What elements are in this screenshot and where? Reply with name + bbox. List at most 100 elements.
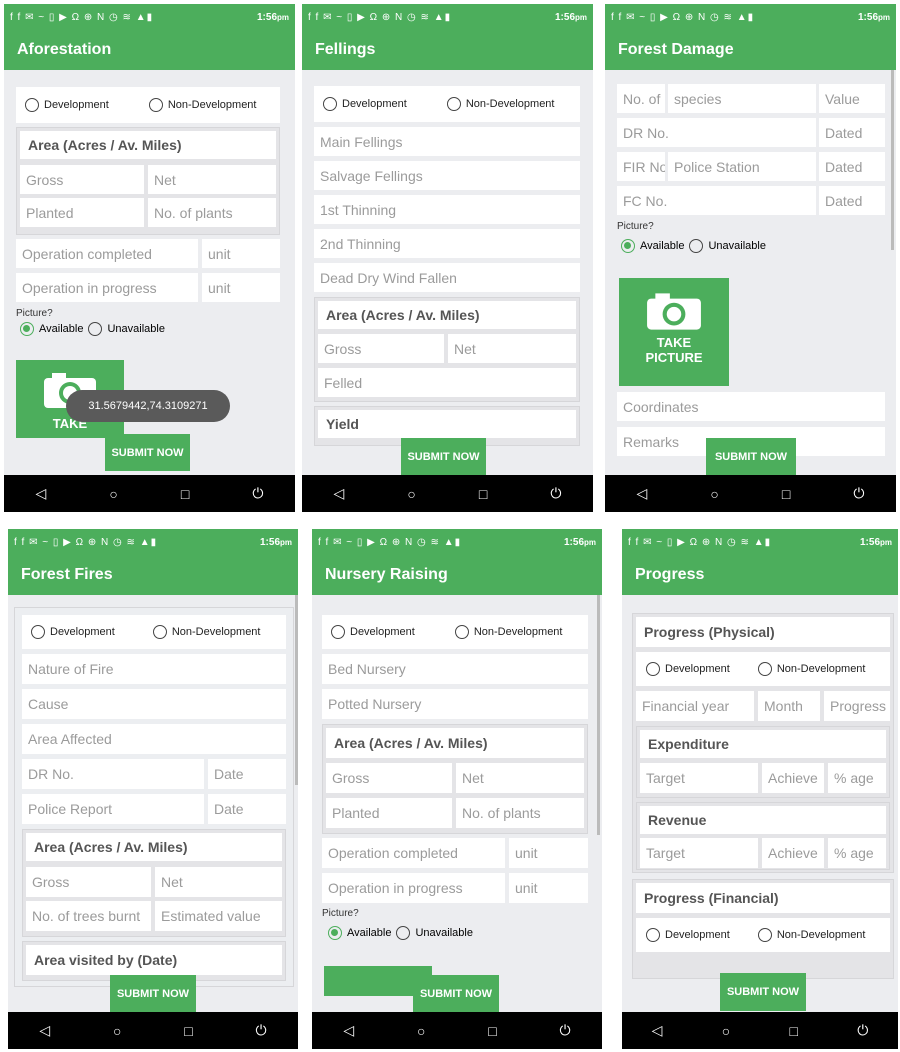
- dr-dated-field[interactable]: Dated: [819, 118, 885, 147]
- scrollbar[interactable]: [597, 595, 600, 835]
- fir-dated-field[interactable]: Dated: [819, 152, 885, 181]
- home-icon[interactable]: ○: [407, 486, 415, 502]
- financial-year-field[interactable]: Financial year: [636, 691, 754, 721]
- unit-field-2[interactable]: unit: [202, 273, 280, 302]
- dr-no-field[interactable]: DR No.: [22, 759, 204, 789]
- area-affected-field[interactable]: Area Affected: [22, 724, 286, 754]
- main-fellings-field[interactable]: Main Fellings: [314, 127, 580, 156]
- back-icon[interactable]: ◁: [39, 1022, 50, 1039]
- home-icon[interactable]: ○: [710, 486, 718, 502]
- op-progress-field[interactable]: Operation in progress: [322, 873, 505, 903]
- progress-field[interactable]: Progress: [824, 691, 890, 721]
- exp-target-field[interactable]: Target: [640, 763, 758, 793]
- unit-field-1[interactable]: unit: [509, 838, 588, 868]
- unavailable-option[interactable]: Unavailable: [88, 322, 165, 336]
- home-icon[interactable]: ○: [417, 1023, 425, 1039]
- planted-field[interactable]: Planted: [326, 798, 452, 828]
- planted-field[interactable]: Planted: [20, 198, 144, 227]
- plants-field[interactable]: No. of plants: [148, 198, 276, 227]
- available-option[interactable]: Available: [621, 239, 684, 253]
- gross-field[interactable]: Gross: [318, 334, 444, 363]
- unit-field-2[interactable]: unit: [509, 873, 588, 903]
- plants-field[interactable]: No. of plants: [456, 798, 584, 828]
- fir-no-field[interactable]: FIR No: [617, 152, 665, 181]
- gross-field[interactable]: Gross: [20, 165, 144, 194]
- dead-dry-field[interactable]: Dead Dry Wind Fallen: [314, 263, 580, 292]
- net-field[interactable]: Net: [148, 165, 276, 194]
- no-of-field[interactable]: No. of: [617, 84, 665, 113]
- fc-dated-field[interactable]: Dated: [819, 186, 885, 215]
- back-icon[interactable]: ◁: [652, 1022, 663, 1039]
- police-report-field[interactable]: Police Report: [22, 794, 204, 824]
- power-icon[interactable]: ⏻: [252, 485, 263, 502]
- non-development-option[interactable]: Non-Development: [148, 98, 256, 112]
- value-field[interactable]: Value: [819, 84, 885, 113]
- recents-icon[interactable]: □: [488, 1023, 496, 1039]
- exp-achieve-field[interactable]: Achieve: [762, 763, 824, 793]
- dr-no-field[interactable]: DR No.: [617, 118, 816, 147]
- power-icon[interactable]: ⏻: [256, 1022, 267, 1039]
- submit-button[interactable]: SUBMIT NOW: [706, 438, 796, 475]
- recents-icon[interactable]: □: [184, 1023, 192, 1039]
- police-station-field[interactable]: Police Station: [668, 152, 816, 181]
- non-development-option[interactable]: Non-Development: [757, 928, 865, 942]
- non-development-option[interactable]: Non-Development: [446, 97, 554, 111]
- cause-field[interactable]: Cause: [22, 689, 286, 719]
- unavailable-option[interactable]: Unavailable: [689, 239, 766, 253]
- unavailable-option[interactable]: Unavailable: [396, 926, 473, 940]
- first-thinning-field[interactable]: 1st Thinning: [314, 195, 580, 224]
- rev-target-field[interactable]: Target: [640, 838, 758, 868]
- back-icon[interactable]: ◁: [637, 485, 648, 502]
- scrollbar[interactable]: [891, 70, 894, 250]
- fc-no-field[interactable]: FC No.: [617, 186, 816, 215]
- felled-field[interactable]: Felled: [318, 368, 576, 397]
- rev-achieve-field[interactable]: Achieve: [762, 838, 824, 868]
- exp-age-field[interactable]: % age: [828, 763, 886, 793]
- back-icon[interactable]: ◁: [36, 485, 47, 502]
- nature-of-fire-field[interactable]: Nature of Fire: [22, 654, 286, 684]
- recents-icon[interactable]: □: [782, 486, 790, 502]
- development-option[interactable]: Development: [646, 662, 730, 676]
- species-field[interactable]: species: [668, 84, 816, 113]
- home-icon[interactable]: ○: [113, 1023, 121, 1039]
- non-development-option[interactable]: Non-Development: [152, 625, 260, 639]
- estimated-value-field[interactable]: Estimated value: [155, 901, 282, 931]
- rev-age-field[interactable]: % age: [828, 838, 886, 868]
- development-option[interactable]: Development: [31, 625, 115, 639]
- op-progress-field[interactable]: Operation in progress: [16, 273, 198, 302]
- potted-nursery-field[interactable]: Potted Nursery: [322, 689, 588, 719]
- submit-button[interactable]: SUBMIT NOW: [720, 973, 806, 1011]
- development-option[interactable]: Development: [646, 928, 730, 942]
- trees-burnt-field[interactable]: No. of trees burnt: [26, 901, 151, 931]
- salvage-fellings-field[interactable]: Salvage Fellings: [314, 161, 580, 190]
- op-completed-field[interactable]: Operation completed: [322, 838, 505, 868]
- scrollbar[interactable]: [295, 595, 298, 785]
- non-development-option[interactable]: Non-Development: [757, 662, 865, 676]
- recents-icon[interactable]: □: [479, 486, 487, 502]
- gross-field[interactable]: Gross: [326, 763, 452, 793]
- power-icon[interactable]: ⏻: [853, 485, 864, 502]
- gross-field[interactable]: Gross: [26, 867, 151, 897]
- home-icon[interactable]: ○: [109, 486, 117, 502]
- recents-icon[interactable]: □: [789, 1023, 797, 1039]
- month-field[interactable]: Month: [758, 691, 820, 721]
- net-field[interactable]: Net: [448, 334, 576, 363]
- back-icon[interactable]: ◁: [334, 485, 345, 502]
- development-option[interactable]: Development: [331, 625, 415, 639]
- submit-button[interactable]: SUBMIT NOW: [110, 975, 196, 1013]
- submit-button[interactable]: SUBMIT NOW: [105, 434, 190, 471]
- net-field[interactable]: Net: [155, 867, 282, 897]
- second-thinning-field[interactable]: 2nd Thinning: [314, 229, 580, 258]
- development-option[interactable]: Development: [323, 97, 407, 111]
- unit-field-1[interactable]: unit: [202, 239, 280, 268]
- police-date-field[interactable]: Date: [208, 794, 286, 824]
- bed-nursery-field[interactable]: Bed Nursery: [322, 654, 588, 684]
- available-option[interactable]: Available: [20, 322, 83, 336]
- available-option[interactable]: Available: [328, 926, 391, 940]
- submit-button[interactable]: SUBMIT NOW: [413, 975, 499, 1013]
- development-option[interactable]: Development: [25, 98, 109, 112]
- net-field[interactable]: Net: [456, 763, 584, 793]
- power-icon[interactable]: ⏻: [550, 485, 561, 502]
- take-picture-button[interactable]: TAKE PICTURE: [619, 278, 729, 386]
- submit-button[interactable]: SUBMIT NOW: [401, 438, 486, 475]
